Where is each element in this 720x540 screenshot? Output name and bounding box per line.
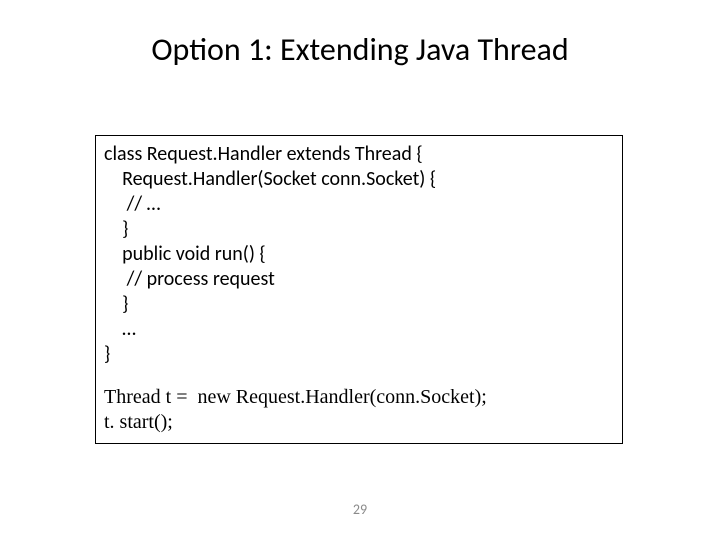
page-number: 29	[0, 501, 720, 518]
code-block-usage: Thread t = new Request.Handler(conn.Sock…	[104, 385, 614, 435]
code-box: class Request.Handler extends Thread { R…	[95, 135, 623, 444]
code-block-class-definition: class Request.Handler extends Thread { R…	[104, 142, 614, 367]
page-title: Option 1: Extending Java Thread	[0, 30, 720, 69]
slide: Option 1: Extending Java Thread class Re…	[0, 0, 720, 540]
